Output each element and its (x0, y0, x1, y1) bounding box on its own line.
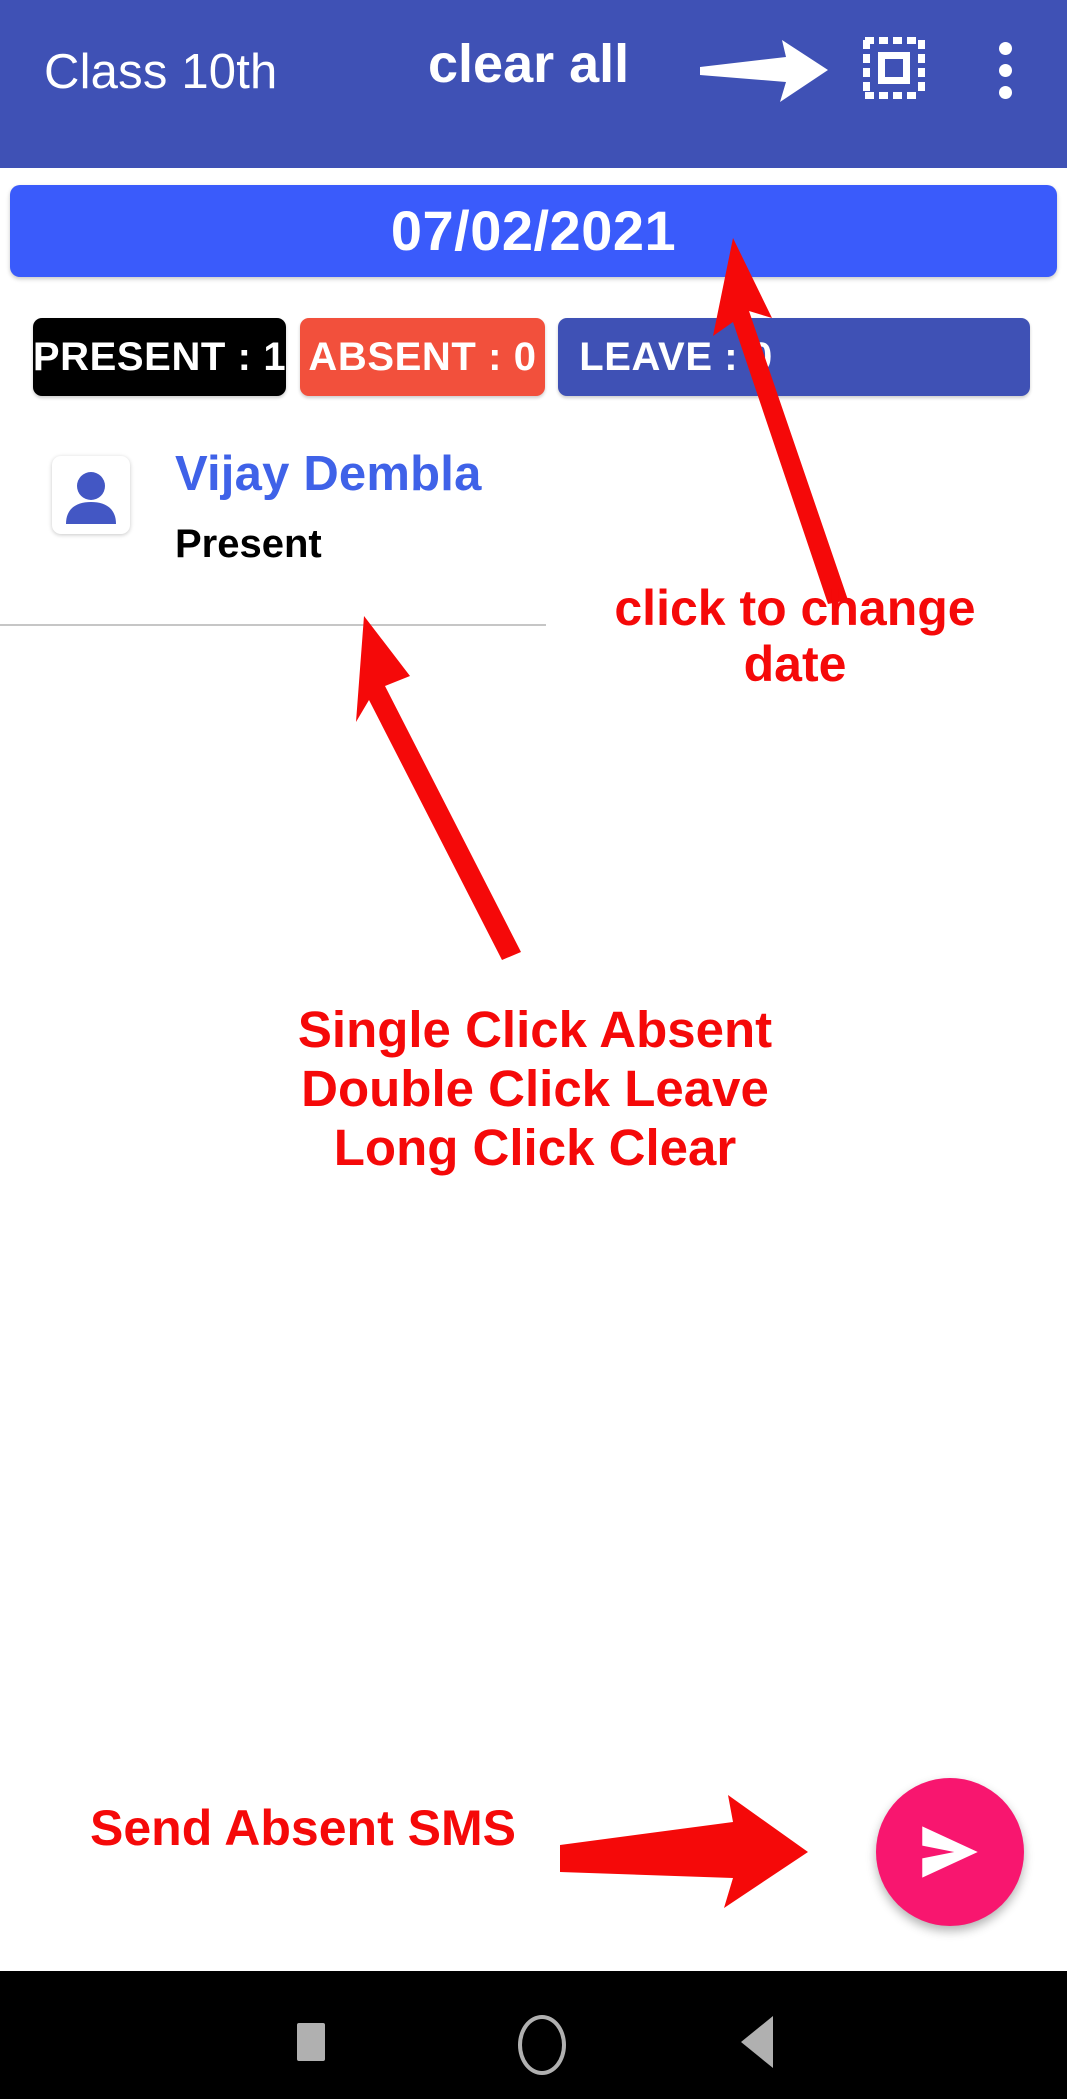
app-bar: Class 10th clear all (0, 0, 1067, 168)
present-count-label: PRESENT : 1 (32, 335, 287, 379)
select-all-icon[interactable] (863, 37, 925, 99)
status-badge-absent[interactable]: ABSENT : 0 (300, 318, 545, 396)
status-badge-present[interactable]: PRESENT : 1 (33, 318, 286, 396)
person-placeholder-icon (66, 472, 116, 524)
triangle-back-icon[interactable] (741, 2016, 773, 2068)
absent-count-label: ABSENT : 0 (308, 335, 537, 379)
page-title: Class 10th (44, 45, 278, 99)
clear-all-annotation-label: clear all (428, 34, 630, 94)
menu-dot (999, 86, 1012, 99)
clear-all-arrow-icon (700, 40, 828, 102)
leave-count-label: LEAVE : 0 (579, 335, 773, 379)
circle-home-icon[interactable] (518, 2015, 566, 2075)
annotation-click-help: Single Click Absent Double Click Leave L… (297, 1001, 773, 1177)
status-badge-leave[interactable]: LEAVE : 0 (558, 318, 1030, 396)
send-icon (922, 1826, 978, 1878)
attendance-summary: PRESENT : 1 ABSENT : 0 LEAVE : 0 (0, 318, 1067, 396)
avatar (52, 456, 130, 534)
list-divider (0, 624, 546, 626)
android-nav-bar (0, 1971, 1067, 2099)
annotation-send-sms: Send Absent SMS (90, 1800, 516, 1856)
date-value: 07/02/2021 (390, 199, 677, 262)
annotation-change-date: click to change date (614, 580, 976, 692)
square-recents-icon[interactable] (297, 2023, 325, 2061)
student-status: Present (175, 522, 322, 566)
date-picker-button[interactable]: 07/02/2021 (10, 185, 1057, 277)
more-vertical-icon[interactable] (999, 42, 1013, 100)
menu-dot (999, 64, 1012, 77)
student-name: Vijay Dembla (175, 447, 482, 501)
menu-dot (999, 42, 1012, 55)
app-screen: Class 10th clear all 07/02/2021 PRESENT … (0, 0, 1067, 2099)
send-absent-sms-fab[interactable] (876, 1778, 1024, 1926)
